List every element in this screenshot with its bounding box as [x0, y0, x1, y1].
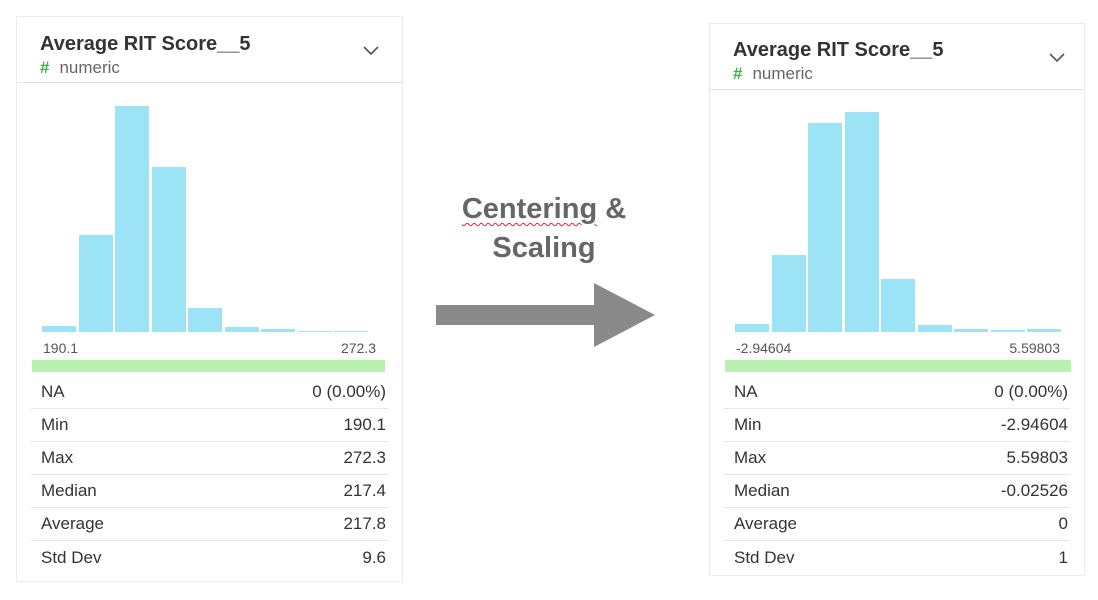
- stat-value: 217.8: [343, 514, 386, 533]
- stat-label: Min: [734, 415, 762, 434]
- stat-label: Average: [41, 514, 105, 533]
- histogram-bar[interactable]: [261, 329, 295, 332]
- histogram-bar[interactable]: [808, 123, 842, 332]
- stat-row-na: NA 0 (0.00%): [31, 376, 388, 409]
- axis-min-label: 190.1: [43, 340, 79, 356]
- stat-label: Std Dev: [41, 547, 102, 567]
- histogram-bar[interactable]: [844, 112, 879, 332]
- stat-row-min: Min -2.94604: [724, 409, 1070, 442]
- transform-label-line2: Scaling: [492, 232, 596, 264]
- stat-value: 0 (0.00%): [312, 382, 386, 401]
- stat-value: 0: [1058, 514, 1068, 533]
- histogram-bar[interactable]: [78, 235, 113, 332]
- stat-value: 190.1: [343, 415, 386, 434]
- stat-row-max: Max 272.3: [31, 442, 388, 475]
- histogram-bar[interactable]: [297, 331, 332, 332]
- histogram-bar[interactable]: [771, 255, 806, 332]
- right-arrow-icon: [436, 283, 655, 347]
- stat-value: 1: [1058, 547, 1068, 567]
- histogram-bar[interactable]: [735, 324, 769, 332]
- column-summary-card-original: Average RIT Score__5 # numeric 190.1 272.…: [16, 16, 403, 582]
- stat-row-std-dev: Std Dev 1: [724, 541, 1070, 574]
- histogram-bar[interactable]: [188, 308, 222, 332]
- stat-label: NA: [734, 382, 758, 401]
- stat-value: -2.94604: [1000, 415, 1068, 434]
- stat-label: NA: [41, 382, 65, 401]
- stat-label: Min: [41, 415, 69, 434]
- column-summary-card-scaled: Average RIT Score__5 # numeric -2.94604 5…: [709, 23, 1085, 576]
- chevron-down-icon[interactable]: [363, 46, 379, 56]
- histogram-bar[interactable]: [42, 326, 76, 332]
- histogram-bar[interactable]: [917, 325, 952, 332]
- stat-value: 5.59803: [1006, 448, 1068, 467]
- stat-row-na: NA 0 (0.00%): [724, 376, 1070, 409]
- stat-label: Median: [41, 481, 97, 500]
- stats-table: NA 0 (0.00%) Min -2.94604 Max 5.59803 Median -0…: [724, 376, 1070, 574]
- stat-row-std-dev: Std Dev 9.6: [31, 541, 388, 574]
- histogram-bar[interactable]: [151, 167, 186, 332]
- stat-value: 9.6: [362, 547, 386, 567]
- histogram-bar[interactable]: [954, 329, 988, 332]
- axis-max-label: 272.3: [340, 340, 376, 356]
- stat-value: 272.3: [343, 448, 386, 467]
- stat-value: 217.4: [343, 481, 386, 500]
- transform-label-word: Centering: [461, 193, 598, 225]
- chevron-down-icon[interactable]: [1049, 53, 1065, 63]
- stat-row-min: Min 190.1: [31, 409, 388, 442]
- histogram-bar[interactable]: [881, 279, 915, 332]
- stat-value: -0.02526: [1000, 481, 1068, 500]
- histogram-bar[interactable]: [1027, 329, 1061, 332]
- histogram: [17, 72, 402, 332]
- valid-values-bar: [32, 360, 385, 372]
- stat-row-average: Average 217.8: [31, 508, 388, 541]
- transform-label: Centering & Scaling: [434, 190, 654, 268]
- stat-label: Max: [734, 448, 767, 467]
- histogram-bar[interactable]: [990, 330, 1025, 332]
- histogram-bar[interactable]: [224, 327, 259, 332]
- column-title: Average RIT Score__5: [40, 33, 251, 55]
- histogram-bar[interactable]: [334, 331, 368, 332]
- histogram-bar[interactable]: [115, 106, 149, 332]
- stat-label: Average: [734, 514, 798, 533]
- stat-row-median: Median 217.4: [31, 475, 388, 508]
- stat-label: Median: [734, 481, 790, 500]
- stat-label: Std Dev: [734, 547, 795, 567]
- stat-row-median: Median -0.02526: [724, 475, 1070, 508]
- stat-value: 0 (0.00%): [994, 382, 1068, 401]
- column-title: Average RIT Score__5: [733, 39, 944, 61]
- valid-values-bar: [725, 360, 1071, 372]
- stat-row-max: Max 5.59803: [724, 442, 1070, 475]
- stat-row-average: Average 0: [724, 508, 1070, 541]
- transform-label-amp: &: [597, 193, 627, 225]
- stat-label: Max: [41, 448, 74, 467]
- histogram: [710, 72, 1084, 332]
- axis-min-label: -2.94604: [736, 340, 792, 356]
- stats-table: NA 0 (0.00%) Min 190.1 Max 272.3 Median 217.4 Av…: [31, 376, 388, 574]
- axis-max-label: 5.59803: [1009, 340, 1060, 356]
